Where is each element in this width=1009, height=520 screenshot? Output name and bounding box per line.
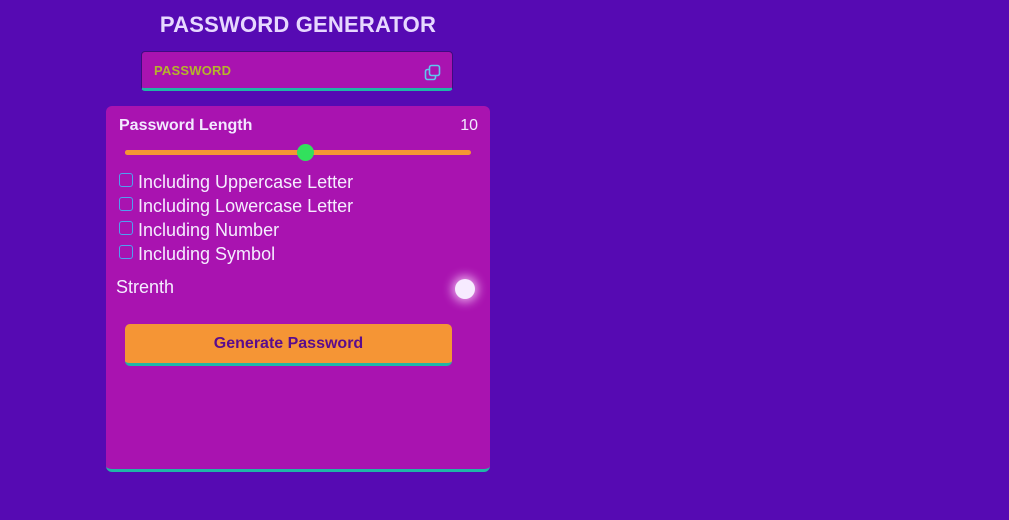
length-slider-thumb[interactable] [296, 144, 314, 161]
option-label: Including Lowercase Letter [138, 196, 354, 216]
password-text: PASSWORD [154, 63, 232, 78]
password-length-value: 10 [460, 117, 478, 134]
option-lowercase[interactable]: Including Lowercase Letter [119, 194, 353, 218]
lowercase-checkbox[interactable] [119, 197, 133, 211]
strength-label: Strenth [116, 277, 175, 297]
settings-card: Password Length 10 Including Uppercase L… [106, 106, 490, 472]
symbol-checkbox[interactable] [119, 245, 133, 259]
length-slider-fill [125, 150, 305, 155]
copy-icon[interactable] [424, 64, 442, 82]
password-length-label: Password Length [119, 117, 253, 134]
uppercase-checkbox[interactable] [119, 173, 133, 187]
length-slider[interactable] [125, 144, 471, 161]
option-uppercase[interactable]: Including Uppercase Letter [119, 170, 353, 194]
option-label: Including Symbol [138, 244, 276, 264]
password-display: PASSWORD [141, 51, 453, 91]
option-label: Including Uppercase Letter [138, 172, 354, 192]
page-title: PASSWORD GENERATOR [159, 12, 437, 37]
generate-password-button[interactable]: Generate Password [125, 324, 452, 366]
option-symbol[interactable]: Including Symbol [119, 242, 353, 266]
option-label: Including Number [138, 220, 280, 240]
options-list: Including Uppercase Letter Including Low… [119, 170, 353, 266]
option-number[interactable]: Including Number [119, 218, 353, 242]
number-checkbox[interactable] [119, 221, 133, 235]
strength-indicator [455, 279, 475, 299]
